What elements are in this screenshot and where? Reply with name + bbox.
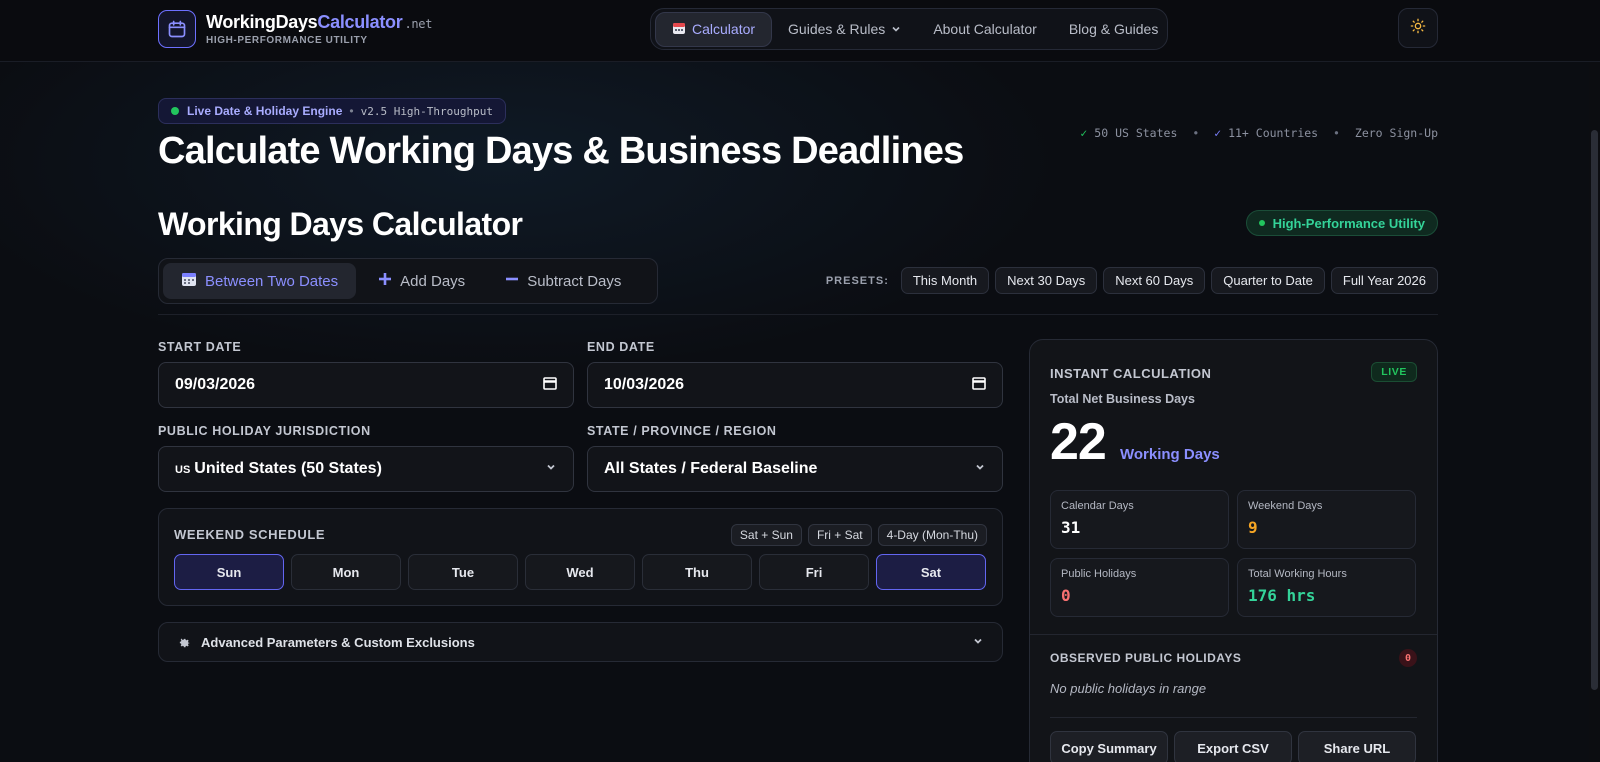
status-dot-icon: [1258, 220, 1265, 226]
net-days-value: 22: [1050, 413, 1107, 471]
date-presets: PRESETS: This Month Next 30 Days Next 60…: [826, 267, 1438, 294]
calendar-picker-icon[interactable]: [543, 376, 557, 395]
weekday-toggles: Sun Mon Tue Wed Thu Fri Sat: [174, 554, 986, 590]
main-navigation: Calculator Guides & Rules About Calculat…: [650, 8, 1168, 50]
nav-item-blog[interactable]: Blog & Guides: [1053, 13, 1175, 45]
calendar-logo-icon: [158, 10, 196, 48]
minus-icon: [505, 272, 519, 290]
day-toggle-thu[interactable]: Thu: [642, 554, 752, 590]
preset-next-60-days[interactable]: Next 60 Days: [1103, 267, 1206, 294]
sun-icon: [1410, 18, 1426, 39]
result-actions: Copy Summary Export CSV Share URL: [1050, 731, 1416, 762]
net-days-unit: Working Days: [1120, 446, 1220, 463]
weekend-preset-sat-sun[interactable]: Sat + Sun: [730, 524, 802, 546]
calculator-title: Working Days Calculator: [158, 206, 523, 242]
start-date-label: START DATE: [158, 340, 242, 354]
share-url-button[interactable]: Share URL: [1298, 731, 1416, 762]
day-toggle-wed[interactable]: Wed: [525, 554, 635, 590]
day-toggle-mon[interactable]: Mon: [291, 554, 401, 590]
stat-working-hours: Total Working Hours 176 hrs: [1237, 558, 1416, 617]
results-heading: INSTANT CALCULATION: [1050, 366, 1212, 381]
end-date-label: END DATE: [587, 340, 655, 354]
nav-item-calculator[interactable]: Calculator: [655, 11, 773, 47]
theme-toggle-button[interactable]: [1398, 8, 1438, 48]
calendar-emoji-icon: [672, 21, 686, 38]
advanced-parameters-toggle[interactable]: Advanced Parameters & Custom Exclusions: [158, 622, 1003, 662]
stat-weekend-days: Weekend Days 9: [1237, 490, 1416, 549]
calendar-icon: [181, 271, 197, 291]
brand-subtitle: HIGH-PERFORMANCE UTILITY: [206, 35, 368, 46]
nav-item-guides-rules[interactable]: Guides & Rules: [772, 13, 917, 45]
day-toggle-tue[interactable]: Tue: [408, 554, 518, 590]
gear-icon: [177, 635, 191, 649]
day-toggle-sun[interactable]: Sun: [174, 554, 284, 590]
copy-summary-button[interactable]: Copy Summary: [1050, 731, 1168, 762]
trust-indicators: ✓ 50 US States • ✓ 11+ Countries • Zero …: [1080, 126, 1438, 140]
weekend-preset-fri-sat[interactable]: Fri + Sat: [807, 524, 872, 546]
preset-full-year[interactable]: Full Year 2026: [1330, 267, 1438, 294]
tab-between-two-dates[interactable]: Between Two Dates: [163, 263, 357, 299]
plus-icon: [378, 272, 392, 290]
start-date-input[interactable]: 09/03/2026: [158, 362, 574, 408]
day-toggle-fri[interactable]: Fri: [759, 554, 869, 590]
jurisdiction-select[interactable]: US United States (50 States): [158, 446, 574, 492]
holidays-empty-message: No public holidays in range: [1050, 681, 1207, 696]
tab-add-days[interactable]: Add Days: [360, 263, 483, 299]
chevron-down-icon: [891, 21, 901, 37]
chevron-down-icon: [974, 460, 986, 478]
weekend-schedule-panel: WEEKEND SCHEDULE Sat + Sun Fri + Sat 4-D…: [158, 508, 1003, 606]
section-divider: [158, 314, 1438, 315]
region-label: STATE / PROVINCE / REGION: [587, 424, 777, 438]
results-panel: INSTANT CALCULATION LIVE Total Net Busin…: [1029, 339, 1438, 762]
preset-this-month[interactable]: This Month: [900, 267, 990, 294]
stat-public-holidays: Public Holidays 0: [1050, 558, 1229, 617]
calendar-picker-icon[interactable]: [972, 376, 986, 395]
calculation-mode-tabs: Between Two Dates Add Days Subtract Days: [158, 258, 658, 304]
observed-holidays-title: OBSERVED PUBLIC HOLIDAYS: [1050, 651, 1242, 665]
day-toggle-sat[interactable]: Sat: [876, 554, 986, 590]
top-navigation-bar: WorkingDaysCalculator .net HIGH-PERFORMAN…: [0, 0, 1600, 62]
utility-badge: High-Performance Utility: [1245, 210, 1438, 236]
brand-name: WorkingDaysCalculator .net: [206, 12, 433, 32]
divider: [1050, 717, 1417, 718]
check-icon: ✓: [1214, 126, 1222, 140]
stat-calendar-days: Calendar Days 31: [1050, 490, 1229, 549]
nav-item-about[interactable]: About Calculator: [917, 13, 1053, 45]
scrollbar-thumb[interactable]: [1591, 130, 1598, 690]
weekend-presets: Sat + Sun Fri + Sat 4-Day (Mon-Thu): [730, 524, 987, 546]
region-select[interactable]: All States / Federal Baseline: [587, 446, 1003, 492]
end-date-input[interactable]: 10/03/2026: [587, 362, 1003, 408]
page-title: Calculate Working Days & Business Deadli…: [158, 130, 964, 172]
divider: [1030, 634, 1437, 635]
check-icon: ✓: [1080, 126, 1088, 140]
brand-logo-link[interactable]: WorkingDaysCalculator .net HIGH-PERFORMAN…: [158, 10, 432, 48]
chevron-down-icon: [972, 635, 984, 650]
chevron-down-icon: [545, 460, 557, 478]
live-dot-icon: [171, 107, 179, 115]
holidays-count-badge: 0: [1399, 649, 1417, 667]
engine-status-badge: Live Date & Holiday Engine • v2.5 High-T…: [158, 98, 507, 124]
tab-subtract-days[interactable]: Subtract Days: [487, 263, 639, 299]
jurisdiction-label: PUBLIC HOLIDAY JURISDICTION: [158, 424, 371, 438]
preset-next-30-days[interactable]: Next 30 Days: [995, 267, 1098, 294]
live-badge: LIVE: [1371, 362, 1417, 382]
export-csv-button[interactable]: Export CSV: [1174, 731, 1292, 762]
net-days-label: Total Net Business Days: [1050, 392, 1195, 406]
page-scrollbar[interactable]: [1589, 62, 1600, 762]
weekend-schedule-title: WEEKEND SCHEDULE: [174, 527, 326, 542]
weekend-preset-4-day[interactable]: 4-Day (Mon-Thu): [877, 524, 987, 546]
preset-quarter-to-date[interactable]: Quarter to Date: [1211, 267, 1325, 294]
